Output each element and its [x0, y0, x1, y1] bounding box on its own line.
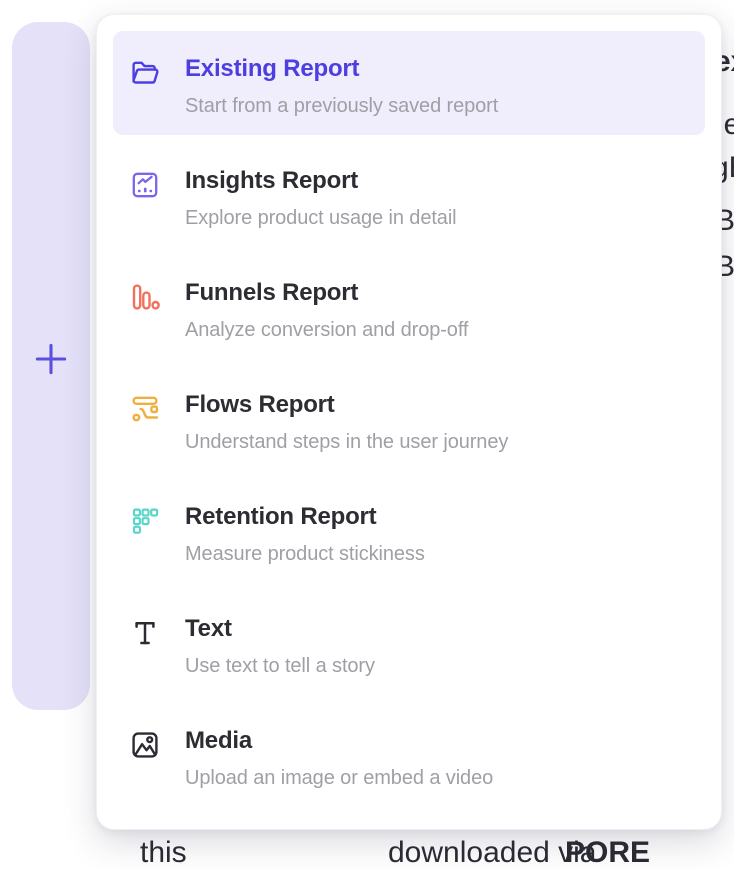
media-image-icon	[129, 729, 161, 761]
add-to-board-button[interactable]	[28, 336, 74, 382]
menu-item-subtitle: Analyze conversion and drop-off	[185, 317, 468, 343]
background-text-fragment: this	[140, 838, 187, 868]
menu-item-title: Retention Report	[185, 502, 425, 532]
menu-item-text[interactable]: Text Use text to tell a story	[113, 591, 705, 695]
menu-item-subtitle: Use text to tell a story	[185, 653, 375, 679]
retention-grid-icon	[129, 505, 161, 537]
insights-chart-icon	[129, 169, 161, 201]
funnel-bars-icon	[129, 281, 161, 313]
menu-item-media[interactable]: Media Upload an image or embed a video	[113, 703, 705, 807]
menu-item-existing-report[interactable]: Existing Report Start from a previously …	[113, 31, 705, 135]
menu-item-flows-report[interactable]: Flows Report Understand steps in the use…	[113, 367, 705, 471]
menu-item-funnels-report[interactable]: Funnels Report Analyze conversion and dr…	[113, 255, 705, 359]
flows-icon	[129, 393, 161, 425]
menu-item-subtitle: Explore product usage in detail	[185, 205, 457, 231]
plus-icon	[31, 339, 71, 379]
add-content-menu: Existing Report Start from a previously …	[96, 14, 722, 830]
menu-item-title: Text	[185, 614, 375, 644]
menu-item-title: Funnels Report	[185, 278, 468, 308]
menu-item-subtitle: Upload an image or embed a video	[185, 765, 493, 791]
menu-item-insights-report[interactable]: Insights Report Explore product usage in…	[113, 143, 705, 247]
menu-item-title: Media	[185, 726, 493, 756]
menu-item-subtitle: Measure product stickiness	[185, 541, 425, 567]
menu-item-title: Existing Report	[185, 54, 498, 84]
menu-item-subtitle: Understand steps in the user journey	[185, 429, 508, 455]
board-side-rail	[12, 22, 90, 710]
menu-item-subtitle: Start from a previously saved report	[185, 93, 498, 119]
menu-item-retention-report[interactable]: Retention Report Measure product stickin…	[113, 479, 705, 583]
open-folder-icon	[129, 57, 161, 89]
background-text-fragment: PORE	[565, 838, 650, 868]
menu-item-title: Insights Report	[185, 166, 457, 196]
text-icon	[129, 617, 161, 649]
canvas: { "colors": { "accent_purple": "#4c3ee0"…	[0, 0, 734, 848]
menu-item-title: Flows Report	[185, 390, 508, 420]
